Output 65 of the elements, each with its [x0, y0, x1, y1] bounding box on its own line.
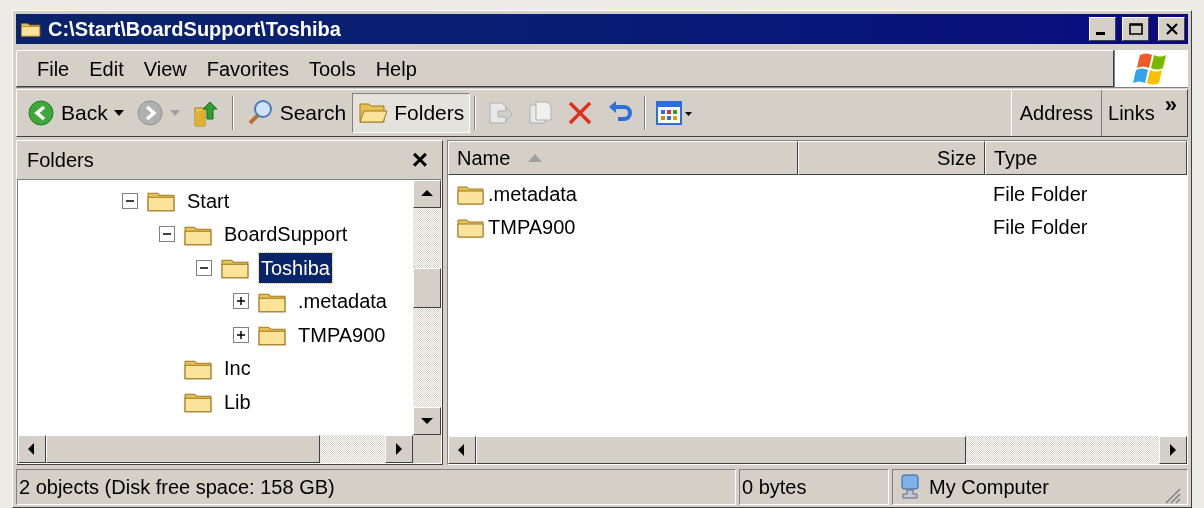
explorer-folder-icon — [20, 20, 42, 38]
chevron-button[interactable]: » — [1164, 94, 1177, 116]
caret-icon — [169, 110, 180, 116]
tree-item[interactable]: Toshiba — [259, 252, 332, 283]
collapse-icon[interactable] — [196, 259, 212, 276]
file-type: File Folder — [992, 214, 1088, 240]
column-header[interactable]: Type — [985, 141, 1187, 175]
column-header[interactable]: Name — [448, 141, 798, 175]
vertical-scrollbar[interactable] — [413, 180, 441, 435]
scrollbar-corner — [413, 435, 441, 463]
copy-to-icon — [526, 99, 555, 127]
tree-item[interactable]: Lib — [222, 386, 253, 417]
address-label[interactable]: Address — [1019, 98, 1094, 128]
maximize-button[interactable] — [1122, 17, 1149, 41]
open-folder-icon — [358, 100, 389, 126]
menu-item[interactable]: Help — [371, 53, 421, 84]
scroll-thumb[interactable] — [476, 436, 966, 464]
pane-title: Folders — [27, 148, 94, 173]
sort-arrow-icon — [528, 154, 543, 162]
status-zone: My Computer — [929, 475, 1051, 500]
column-header[interactable]: Size — [798, 141, 985, 175]
expand-icon[interactable] — [233, 326, 249, 343]
views-icon — [656, 100, 695, 126]
file-type: File Folder — [992, 181, 1088, 207]
scroll-down-button[interactable] — [413, 407, 441, 435]
menu-item[interactable]: View — [139, 53, 191, 84]
minimize-icon — [1096, 31, 1105, 35]
menu-item[interactable]: Edit — [85, 53, 128, 84]
scroll-thumb[interactable] — [46, 435, 320, 463]
expand-icon[interactable] — [233, 293, 249, 310]
window-title: C:\Start\BoardSupport\Toshiba — [48, 17, 342, 42]
scroll-up-button[interactable] — [413, 180, 441, 208]
menu-item[interactable]: Tools — [304, 53, 360, 84]
scroll-thumb[interactable] — [413, 268, 441, 308]
tree-item[interactable]: BoardSupport — [222, 219, 350, 250]
close-pane-button[interactable]: × — [407, 146, 432, 174]
collapse-icon[interactable] — [159, 226, 175, 243]
caret-icon — [113, 110, 124, 116]
scroll-right-button[interactable] — [385, 435, 413, 463]
horizontal-scrollbar[interactable] — [18, 435, 413, 463]
links-label[interactable]: Links — [1108, 98, 1155, 128]
maximize-icon — [1127, 22, 1144, 36]
scroll-left-button[interactable] — [18, 435, 46, 463]
file-name[interactable]: .metadata — [488, 178, 577, 209]
tree-item[interactable]: Inc — [222, 353, 253, 384]
menu-item[interactable]: File — [33, 53, 74, 84]
tree-item[interactable]: TMPA900 — [296, 319, 388, 350]
tree-item[interactable]: Start — [185, 185, 232, 216]
horizontal-scrollbar[interactable] — [448, 436, 1187, 464]
close-button[interactable] — [1158, 17, 1185, 41]
scroll-right-button[interactable] — [1159, 436, 1187, 464]
move-to-icon — [486, 99, 515, 127]
status-summary: 2 objects (Disk free space: 158 GB) — [19, 475, 335, 500]
scroll-left-button[interactable] — [448, 436, 476, 464]
close-icon — [1163, 22, 1180, 36]
search-button[interactable]: Search — [237, 93, 353, 133]
minimize-button[interactable] — [1089, 17, 1116, 41]
folders-button[interactable]: Folders — [352, 93, 471, 133]
computer-icon — [899, 474, 921, 500]
collapse-icon[interactable] — [122, 192, 138, 209]
menu-item[interactable]: Favorites — [202, 53, 293, 84]
status-size: 0 bytes — [742, 475, 807, 500]
file-name[interactable]: TMPA900 — [488, 211, 576, 242]
back-button[interactable]: Back — [21, 93, 130, 133]
tree-item[interactable]: .metadata — [296, 286, 389, 317]
